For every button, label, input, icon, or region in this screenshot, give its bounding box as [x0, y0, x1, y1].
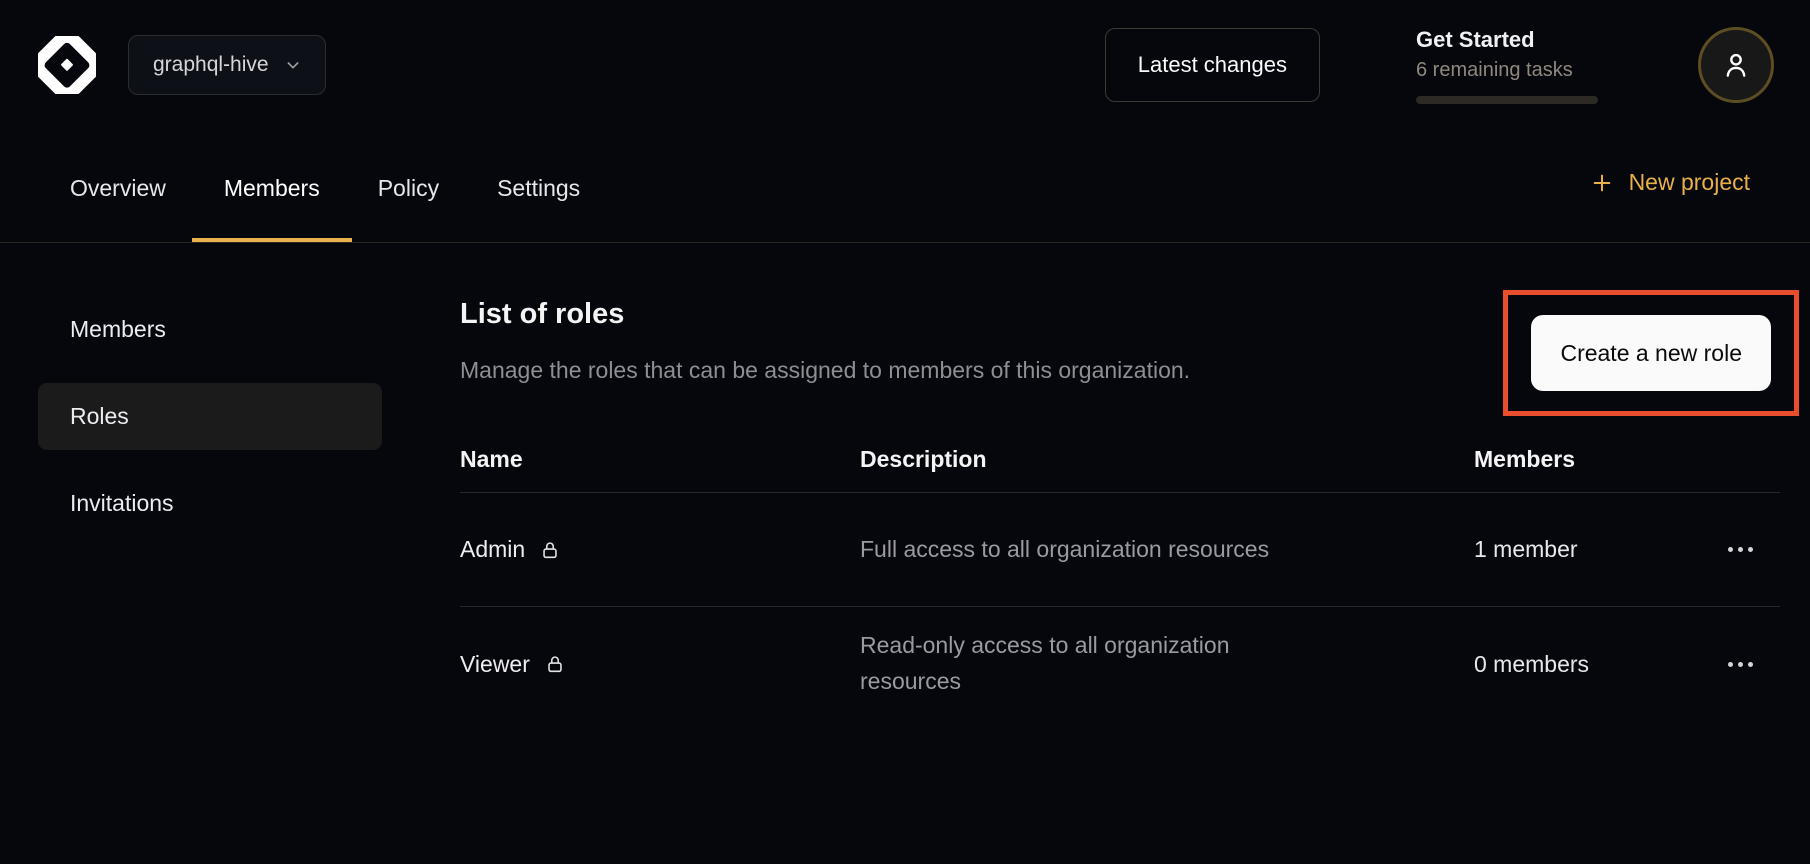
table-row-viewer: Viewer Read-only access to all organizat…	[460, 607, 1780, 721]
lock-icon	[539, 539, 561, 561]
get-started-title: Get Started	[1416, 27, 1600, 53]
role-member-count: 0 members	[1474, 651, 1700, 678]
annotation-highlight-box: Create a new role	[1503, 290, 1799, 416]
get-started-remaining-tasks: 6 remaining tasks	[1416, 59, 1600, 82]
app-header: graphql-hive Latest changes Get Started …	[0, 0, 1810, 130]
column-header-description: Description	[860, 446, 1474, 473]
user-icon	[1719, 48, 1753, 82]
org-selector-label: graphql-hive	[153, 53, 269, 77]
org-selector[interactable]: graphql-hive	[128, 35, 326, 95]
members-sidebar: Members Roles Invitations	[0, 243, 420, 721]
roles-table-header: Name Description Members	[460, 426, 1780, 493]
new-project-button[interactable]: New project	[1591, 169, 1750, 242]
column-header-name: Name	[460, 446, 860, 473]
tab-members[interactable]: Members	[224, 175, 320, 242]
get-started-widget[interactable]: Get Started 6 remaining tasks	[1416, 27, 1600, 104]
new-project-label: New project	[1629, 169, 1750, 196]
role-description: Full access to all organization resource…	[860, 532, 1292, 568]
sidebar-item-members[interactable]: Members	[38, 296, 382, 363]
sidebar-item-roles[interactable]: Roles	[38, 383, 382, 450]
tab-overview[interactable]: Overview	[70, 175, 166, 242]
row-menu-ellipsis-icon[interactable]	[1700, 537, 1780, 562]
org-tab-bar: Overview Members Policy Settings New pro…	[0, 130, 1810, 243]
create-new-role-button[interactable]: Create a new role	[1531, 315, 1771, 391]
role-member-count: 1 member	[1474, 536, 1700, 563]
sidebar-item-invitations[interactable]: Invitations	[38, 470, 382, 537]
plus-icon	[1591, 172, 1613, 194]
table-row-admin: Admin Full access to all organization re…	[460, 493, 1780, 607]
roles-table: Name Description Members Admin Full acce…	[460, 426, 1780, 721]
column-header-members: Members	[1474, 446, 1700, 473]
roles-panel: List of roles Manage the roles that can …	[420, 243, 1810, 721]
tab-settings[interactable]: Settings	[497, 175, 580, 242]
latest-changes-button[interactable]: Latest changes	[1105, 28, 1320, 102]
role-name: Admin	[460, 536, 525, 563]
tab-policy[interactable]: Policy	[378, 175, 439, 242]
row-menu-ellipsis-icon[interactable]	[1700, 652, 1780, 677]
get-started-progress-bar	[1416, 96, 1598, 104]
lock-icon	[544, 653, 566, 675]
hive-logo-icon[interactable]	[38, 36, 96, 94]
chevron-down-icon	[285, 57, 301, 73]
user-avatar[interactable]	[1698, 27, 1774, 103]
role-name: Viewer	[460, 651, 530, 678]
role-description: Read-only access to all organization res…	[860, 628, 1292, 699]
